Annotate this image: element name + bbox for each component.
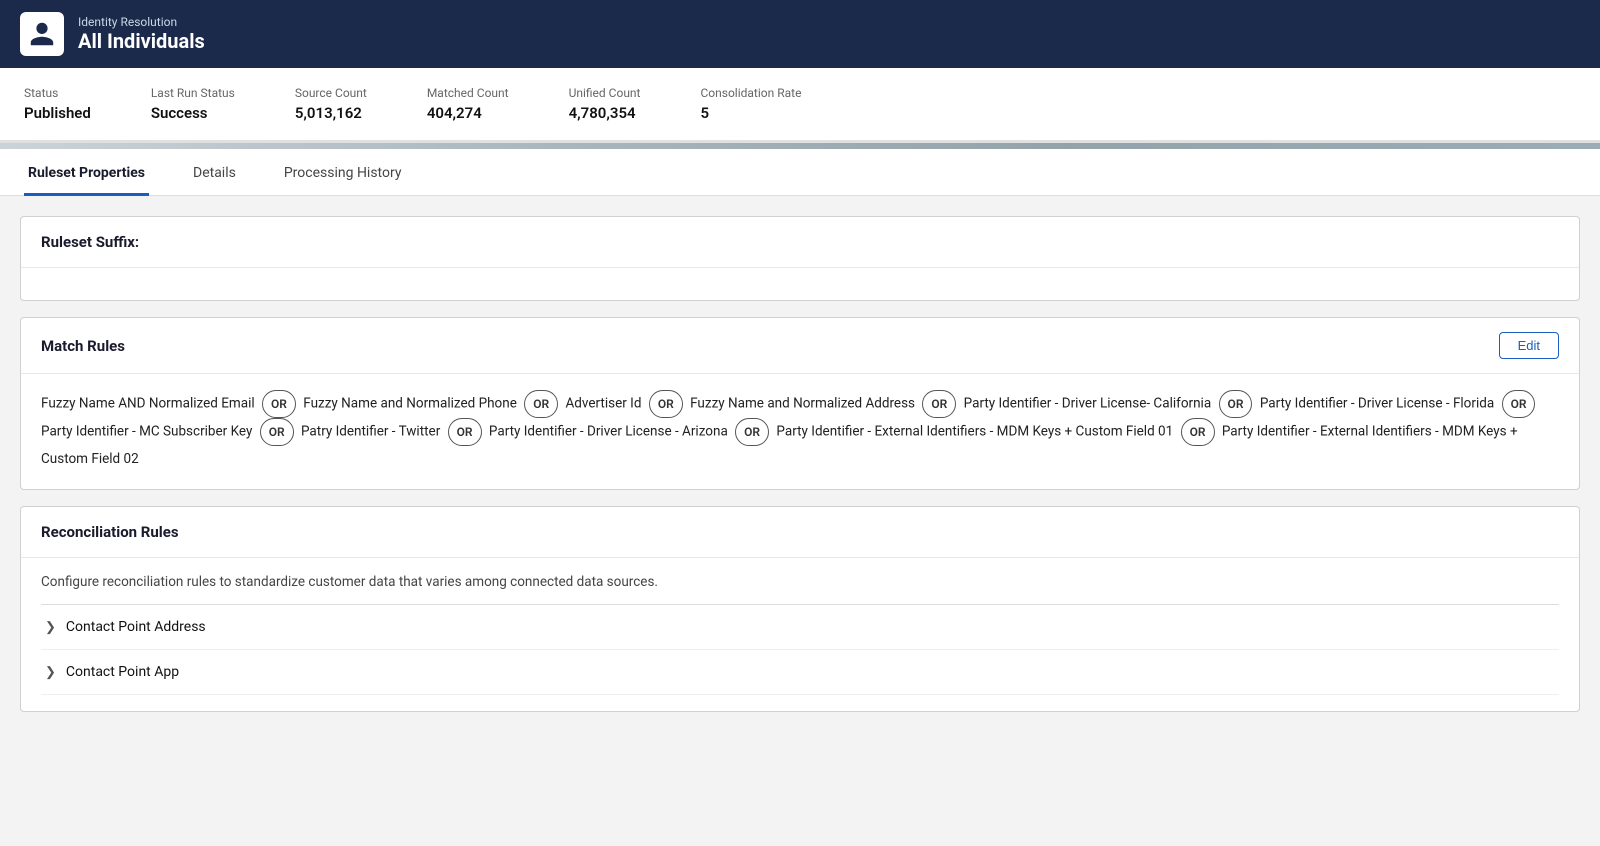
reconciliation-rules-heading: Reconciliation Rules <box>41 523 1559 541</box>
or-badge: OR <box>448 418 482 446</box>
stat-label: Unified Count <box>569 86 641 100</box>
match-rules-card: Match Rules Edit Fuzzy Name AND Normaliz… <box>20 317 1580 490</box>
header-text-block: Identity Resolution All Individuals <box>78 15 205 53</box>
rule-text: Advertiser Id <box>566 396 642 412</box>
person-icon <box>28 20 56 48</box>
stat-item: Matched Count 404,274 <box>427 86 509 122</box>
or-badge: OR <box>262 390 296 418</box>
or-badge: OR <box>1502 390 1536 418</box>
rule-text: Fuzzy Name and Normalized Phone <box>303 396 517 412</box>
stat-label: Consolidation Rate <box>700 86 801 100</box>
rule-text: Party Identifier - MC Subscriber Key <box>41 424 252 440</box>
stat-label: Source Count <box>295 86 367 100</box>
chevron-right-icon: ❯ <box>45 620 56 635</box>
stat-item: Source Count 5,013,162 <box>295 86 367 122</box>
reconciliation-rules-body: Configure reconciliation rules to standa… <box>21 558 1579 711</box>
or-badge: OR <box>922 390 956 418</box>
tab-ruleset-properties[interactable]: Ruleset Properties <box>24 149 149 196</box>
chevron-right-icon: ❯ <box>45 665 56 680</box>
or-badge: OR <box>260 418 294 446</box>
stat-item: Unified Count 4,780,354 <box>569 86 641 122</box>
stat-value: 5,013,162 <box>295 104 367 122</box>
stat-label: Status <box>24 86 91 100</box>
header-title: All Individuals <box>78 29 205 53</box>
ruleset-suffix-header: Ruleset Suffix: <box>21 217 1579 268</box>
divider-bar <box>0 143 1600 149</box>
rule-text: Patry Identifier - Twitter <box>301 424 440 440</box>
stat-value: 4,780,354 <box>569 104 641 122</box>
tab-details[interactable]: Details <box>189 149 240 196</box>
ruleset-suffix-heading: Ruleset Suffix: <box>41 233 1559 251</box>
ruleset-suffix-card: Ruleset Suffix: <box>20 216 1580 301</box>
stat-label: Matched Count <box>427 86 509 100</box>
rule-text: Fuzzy Name and Normalized Address <box>690 396 915 412</box>
main-content: Ruleset Suffix: Match Rules Edit Fuzzy N… <box>0 196 1600 748</box>
tab-processing-history[interactable]: Processing History <box>280 149 406 196</box>
recon-item-label: Contact Point Address <box>66 619 206 635</box>
stat-item: Consolidation Rate 5 <box>700 86 801 122</box>
recon-items-container: ❯ Contact Point Address ❯ Contact Point … <box>41 605 1559 695</box>
stat-value: Success <box>151 104 235 122</box>
or-badge: OR <box>524 390 558 418</box>
recon-item[interactable]: ❯ Contact Point Address <box>41 605 1559 650</box>
reconciliation-description: Configure reconciliation rules to standa… <box>41 574 1559 590</box>
stat-item: Status Published <box>24 86 91 122</box>
app-logo <box>20 12 64 56</box>
rule-text: Fuzzy Name AND Normalized Email <box>41 396 255 412</box>
app-header: Identity Resolution All Individuals <box>0 0 1600 68</box>
edit-button[interactable]: Edit <box>1499 332 1559 359</box>
match-rules-header: Match Rules Edit <box>21 318 1579 374</box>
rule-text: Party Identifier - External Identifiers … <box>776 424 1173 440</box>
stat-value: 5 <box>700 104 801 122</box>
recon-item-label: Contact Point App <box>66 664 179 680</box>
stat-value: Published <box>24 104 91 122</box>
stat-label: Last Run Status <box>151 86 235 100</box>
reconciliation-rules-card: Reconciliation Rules Configure reconcili… <box>20 506 1580 712</box>
reconciliation-rules-header: Reconciliation Rules <box>21 507 1579 558</box>
recon-item[interactable]: ❯ Contact Point App <box>41 650 1559 695</box>
rule-text: Party Identifier - Driver License- Calif… <box>964 396 1212 412</box>
match-rules-content: Fuzzy Name AND Normalized Email OR Fuzzy… <box>21 374 1579 489</box>
or-badge: OR <box>1219 390 1253 418</box>
or-badge: OR <box>649 390 683 418</box>
stat-item: Last Run Status Success <box>151 86 235 122</box>
match-rules-heading: Match Rules <box>41 337 125 355</box>
stats-bar: Status Published Last Run Status Success… <box>0 68 1600 143</box>
header-subtitle: Identity Resolution <box>78 15 205 29</box>
rule-text: Party Identifier - Driver License - Flor… <box>1260 396 1494 412</box>
ruleset-suffix-body <box>21 268 1579 300</box>
rule-text: Party Identifier - Driver License - Ariz… <box>489 424 728 440</box>
or-badge: OR <box>1181 418 1215 446</box>
stat-value: 404,274 <box>427 104 509 122</box>
tabs-container: Ruleset Properties Details Processing Hist… <box>0 149 1600 196</box>
or-badge: OR <box>735 418 769 446</box>
